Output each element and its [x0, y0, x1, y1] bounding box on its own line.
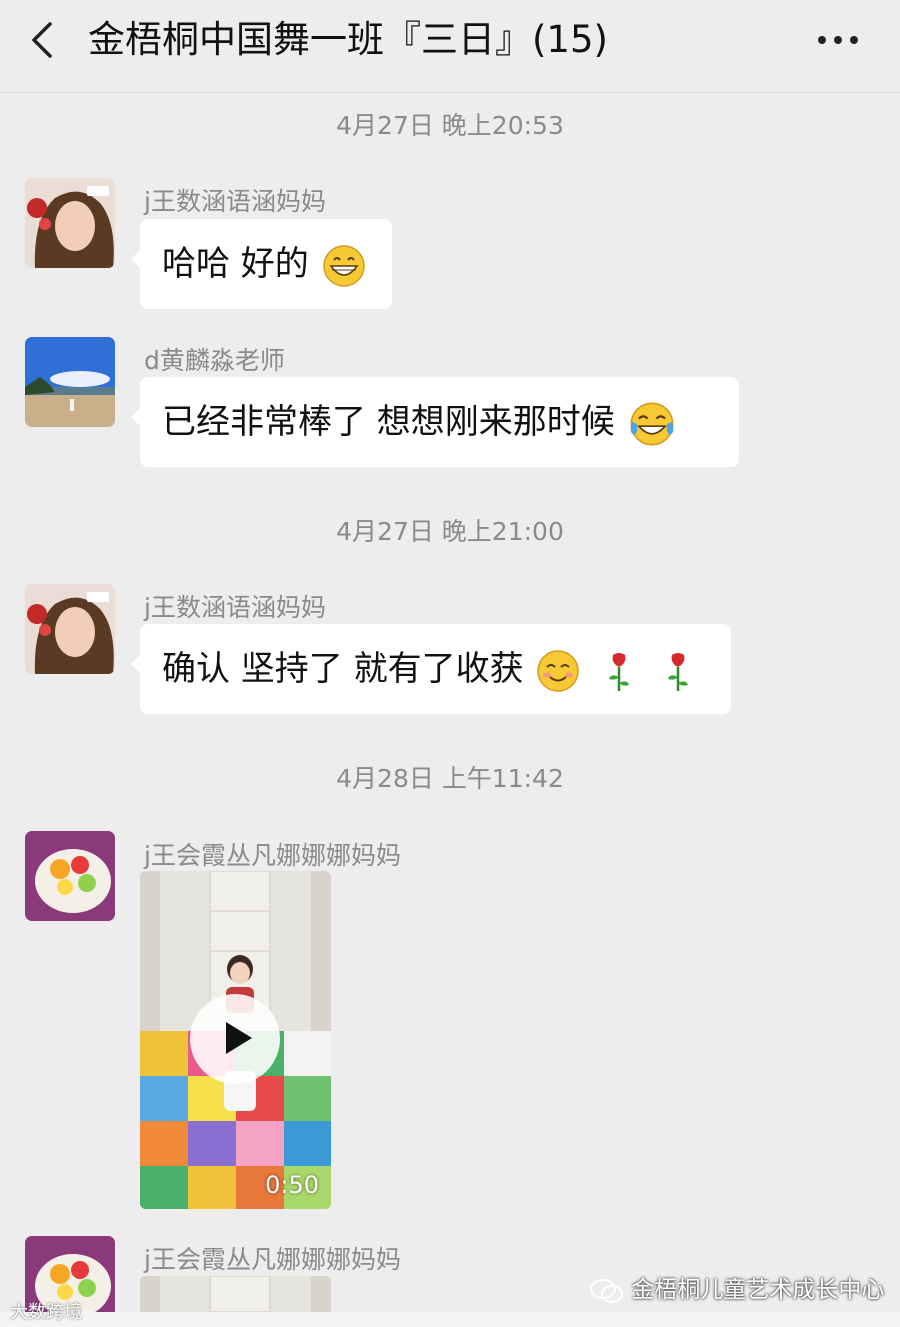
beach-landscape-image — [25, 337, 115, 427]
timestamp: 4月27日 晚上20:53 — [336, 111, 564, 140]
girl-portrait-image — [25, 178, 115, 268]
timestamp: 4月28日 上午11:42 — [336, 764, 564, 793]
bottom-edge — [0, 1312, 900, 1327]
watermark-text: 金梧桐儿童艺术成长中心 — [631, 1277, 885, 1303]
sender-name: j王数涵语涵妈妈 — [144, 593, 326, 622]
message-bubble[interactable]: 已经非常棒了 想想刚来那时候 — [131, 377, 739, 467]
chat-header: 金梧桐中国舞一班『三日』(15) — [0, 0, 900, 93]
rose-icon — [609, 652, 630, 691]
play-button[interactable] — [190, 994, 280, 1084]
avatar[interactable] — [25, 584, 115, 674]
video-duration: 0:50 — [265, 1171, 319, 1199]
tears-of-joy-icon — [630, 401, 674, 446]
back-arrow-icon[interactable] — [28, 20, 58, 60]
rose-icon — [668, 652, 689, 691]
fruit-cake-image — [25, 831, 115, 921]
sender-name: j王会霞丛凡娜娜娜妈妈 — [144, 841, 401, 870]
avatar[interactable] — [25, 178, 115, 268]
grinning-face-icon — [322, 244, 365, 287]
avatar[interactable] — [25, 831, 115, 921]
avatar[interactable] — [25, 337, 115, 427]
message-bubble[interactable]: 确认 坚持了 就有了收获 — [131, 624, 731, 714]
timestamp: 4月27日 晚上21:00 — [336, 517, 564, 546]
message-text: 已经非常棒了 想想刚来那时候 — [162, 402, 615, 442]
smiling-face-icon — [537, 649, 580, 692]
sender-name: j王会霞丛凡娜娜娜妈妈 — [144, 1245, 401, 1274]
message-bubble[interactable]: 哈哈 好的 — [131, 219, 392, 309]
watermark-corner: 大数跨境 — [10, 1302, 82, 1323]
watermark-source: 金梧桐儿童艺术成长中心 — [590, 1270, 884, 1304]
chat-title: 金梧桐中国舞一班『三日』(15) — [88, 18, 608, 61]
video-message[interactable] — [140, 1276, 331, 1312]
video-message[interactable]: 0:50 — [140, 871, 331, 1209]
girl-portrait-image — [25, 584, 115, 674]
sender-name: j王数涵语涵妈妈 — [144, 187, 326, 216]
video-thumbnail — [140, 1276, 331, 1312]
message-text: 哈哈 好的 — [162, 244, 309, 284]
wechat-icon — [590, 1278, 623, 1303]
message-text: 确认 坚持了 就有了收获 — [162, 649, 524, 689]
sender-name: d黄麟淼老师 — [144, 346, 285, 375]
more-options-icon[interactable] — [816, 30, 860, 50]
